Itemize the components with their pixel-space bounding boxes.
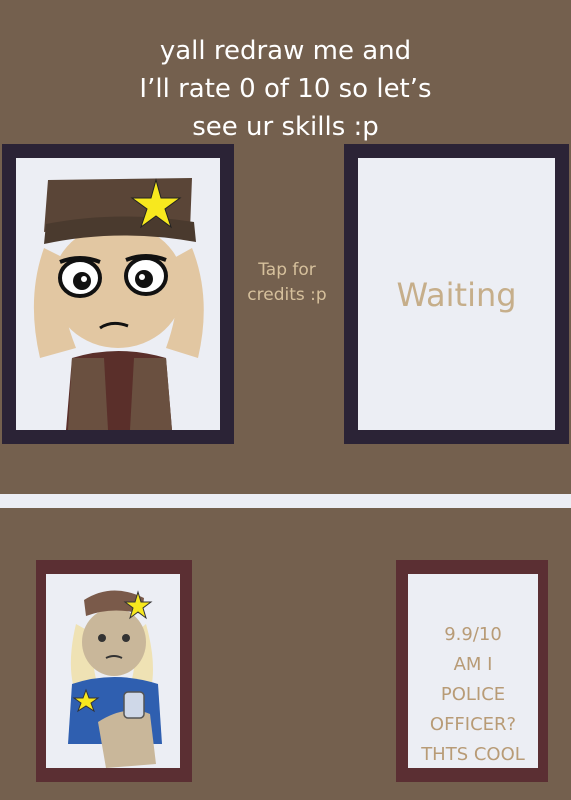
rating-frame: 9.9/10 AM I POLICE OFFICER? THTS COOL bbox=[396, 560, 548, 782]
caption-line-3: see ur skills :p bbox=[192, 112, 379, 142]
redraw-placeholder-frame: Waiting bbox=[344, 144, 569, 444]
post-caption: yall redraw me and I’ll rate 0 of 10 so … bbox=[0, 32, 571, 146]
redraw-placeholder-canvas: Waiting bbox=[358, 158, 555, 430]
caption-line-2: I’ll rate 0 of 10 so let’s bbox=[139, 74, 432, 104]
credits-line-2: credits :p bbox=[247, 285, 327, 305]
caption-line-1: yall redraw me and bbox=[159, 36, 412, 66]
original-drawing-frame bbox=[2, 144, 234, 444]
credits-line-1: Tap for bbox=[258, 260, 316, 280]
rating-text: 9.9/10 AM I POLICE OFFICER? THTS COOL bbox=[408, 620, 538, 770]
rating-line-2: AM I bbox=[453, 654, 493, 675]
rating-line-3: POLICE bbox=[440, 684, 506, 705]
rating-canvas: 9.9/10 AM I POLICE OFFICER? THTS COOL bbox=[408, 574, 538, 768]
original-character-illustration bbox=[33, 178, 204, 430]
redraw-submission-frame bbox=[36, 560, 192, 782]
section-divider bbox=[0, 494, 571, 508]
original-drawing-canvas bbox=[16, 158, 220, 430]
redraw-submission-canvas bbox=[46, 574, 180, 768]
redraw-character-illustration bbox=[68, 590, 162, 768]
rating-line-4: OFFICER? bbox=[429, 714, 517, 735]
waiting-label: Waiting bbox=[396, 276, 517, 314]
credits-link[interactable]: Tap for credits :p bbox=[232, 258, 342, 308]
rating-score: 9.9/10 bbox=[444, 624, 502, 645]
rating-line-5: THTS COOL bbox=[421, 744, 525, 765]
